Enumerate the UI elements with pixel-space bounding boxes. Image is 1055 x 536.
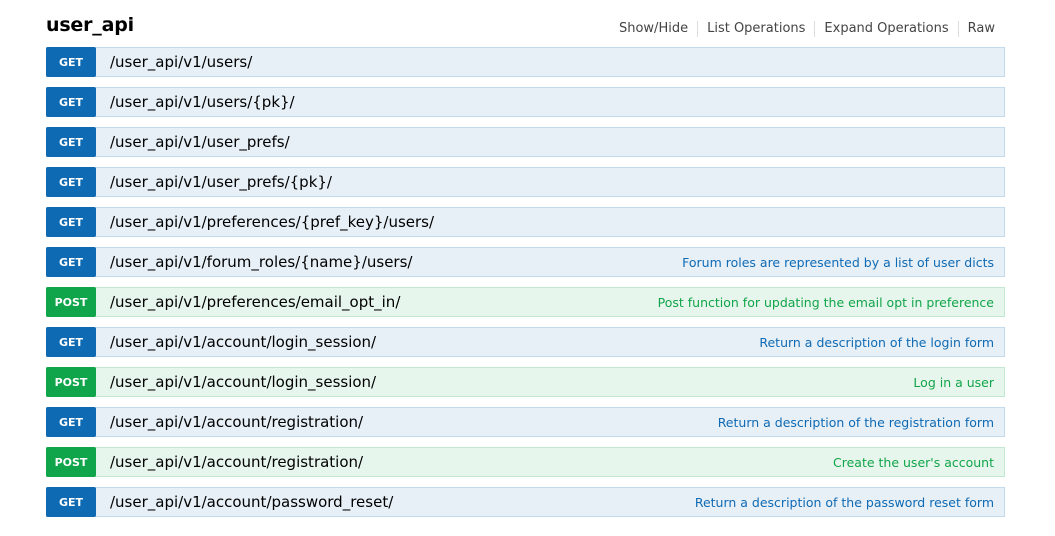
operation-path[interactable]: /user_api/v1/users/{pk}/ <box>110 93 295 111</box>
resource-header-links: Show/Hide List Operations Expand Operati… <box>610 21 995 37</box>
http-method-badge[interactable]: GET <box>46 167 96 197</box>
operation-path[interactable]: /user_api/v1/account/registration/ <box>110 413 363 431</box>
operation-summary[interactable]: Create the user's account <box>833 455 994 470</box>
operation-path[interactable]: /user_api/v1/users/ <box>110 53 252 71</box>
http-method-badge[interactable]: GET <box>46 487 96 517</box>
operation-path[interactable]: /user_api/v1/account/login_session/ <box>110 373 376 391</box>
operation-row[interactable]: POST /user_api/v1/preferences/email_opt_… <box>46 287 1005 317</box>
http-method-badge[interactable]: GET <box>46 47 96 77</box>
operation-path[interactable]: /user_api/v1/account/login_session/ <box>110 333 376 351</box>
operation-summary[interactable]: Return a description of the password res… <box>695 495 994 510</box>
operation-summary[interactable]: Log in a user <box>913 375 994 390</box>
expand-operations-link[interactable]: Expand Operations <box>815 21 957 37</box>
http-method-badge[interactable]: GET <box>46 87 96 117</box>
http-method-badge[interactable]: GET <box>46 327 96 357</box>
operation-row[interactable]: GET /user_api/v1/preferences/{pref_key}/… <box>46 207 1005 237</box>
http-method-badge[interactable]: GET <box>46 207 96 237</box>
operation-path[interactable]: /user_api/v1/user_prefs/ <box>110 133 290 151</box>
operation-row[interactable]: GET /user_api/v1/account/registration/ R… <box>46 407 1005 437</box>
operation-row[interactable]: POST /user_api/v1/account/login_session/… <box>46 367 1005 397</box>
http-method-badge[interactable]: POST <box>46 287 96 317</box>
http-method-badge[interactable]: GET <box>46 407 96 437</box>
http-method-badge[interactable]: POST <box>46 367 96 397</box>
operation-path[interactable]: /user_api/v1/forum_roles/{name}/users/ <box>110 253 412 271</box>
operation-path[interactable]: /user_api/v1/account/password_reset/ <box>110 493 393 511</box>
list-operations-link[interactable]: List Operations <box>698 21 814 37</box>
operation-row[interactable]: POST /user_api/v1/account/registration/ … <box>46 447 1005 477</box>
http-method-badge[interactable]: POST <box>46 447 96 477</box>
operation-summary[interactable]: Post function for updating the email opt… <box>658 295 994 310</box>
operation-row[interactable]: GET /user_api/v1/account/login_session/ … <box>46 327 1005 357</box>
operation-path[interactable]: /user_api/v1/preferences/email_opt_in/ <box>110 293 400 311</box>
show-hide-link[interactable]: Show/Hide <box>610 21 697 37</box>
raw-link[interactable]: Raw <box>959 21 995 37</box>
operation-path[interactable]: /user_api/v1/preferences/{pref_key}/user… <box>110 213 434 231</box>
http-method-badge[interactable]: GET <box>46 127 96 157</box>
operation-row[interactable]: GET /user_api/v1/account/password_reset/… <box>46 487 1005 517</box>
resource-header: user_api Show/Hide List Operations Expan… <box>46 12 1005 46</box>
http-method-badge[interactable]: GET <box>46 247 96 277</box>
operation-path[interactable]: /user_api/v1/account/registration/ <box>110 453 363 471</box>
operation-summary[interactable]: Return a description of the registration… <box>718 415 994 430</box>
operation-row[interactable]: GET /user_api/v1/user_prefs/ <box>46 127 1005 157</box>
operation-row[interactable]: GET /user_api/v1/users/ <box>46 47 1005 77</box>
operation-row[interactable]: GET /user_api/v1/forum_roles/{name}/user… <box>46 247 1005 277</box>
operation-summary[interactable]: Forum roles are represented by a list of… <box>682 255 994 270</box>
resource-title[interactable]: user_api <box>46 14 134 36</box>
api-resource-section: user_api Show/Hide List Operations Expan… <box>46 12 1005 517</box>
operation-summary[interactable]: Return a description of the login form <box>759 335 994 350</box>
operations-list: GET /user_api/v1/users/ GET /user_api/v1… <box>46 47 1005 527</box>
operation-path[interactable]: /user_api/v1/user_prefs/{pk}/ <box>110 173 332 191</box>
operation-row[interactable]: GET /user_api/v1/user_prefs/{pk}/ <box>46 167 1005 197</box>
operation-row[interactable]: GET /user_api/v1/users/{pk}/ <box>46 87 1005 117</box>
